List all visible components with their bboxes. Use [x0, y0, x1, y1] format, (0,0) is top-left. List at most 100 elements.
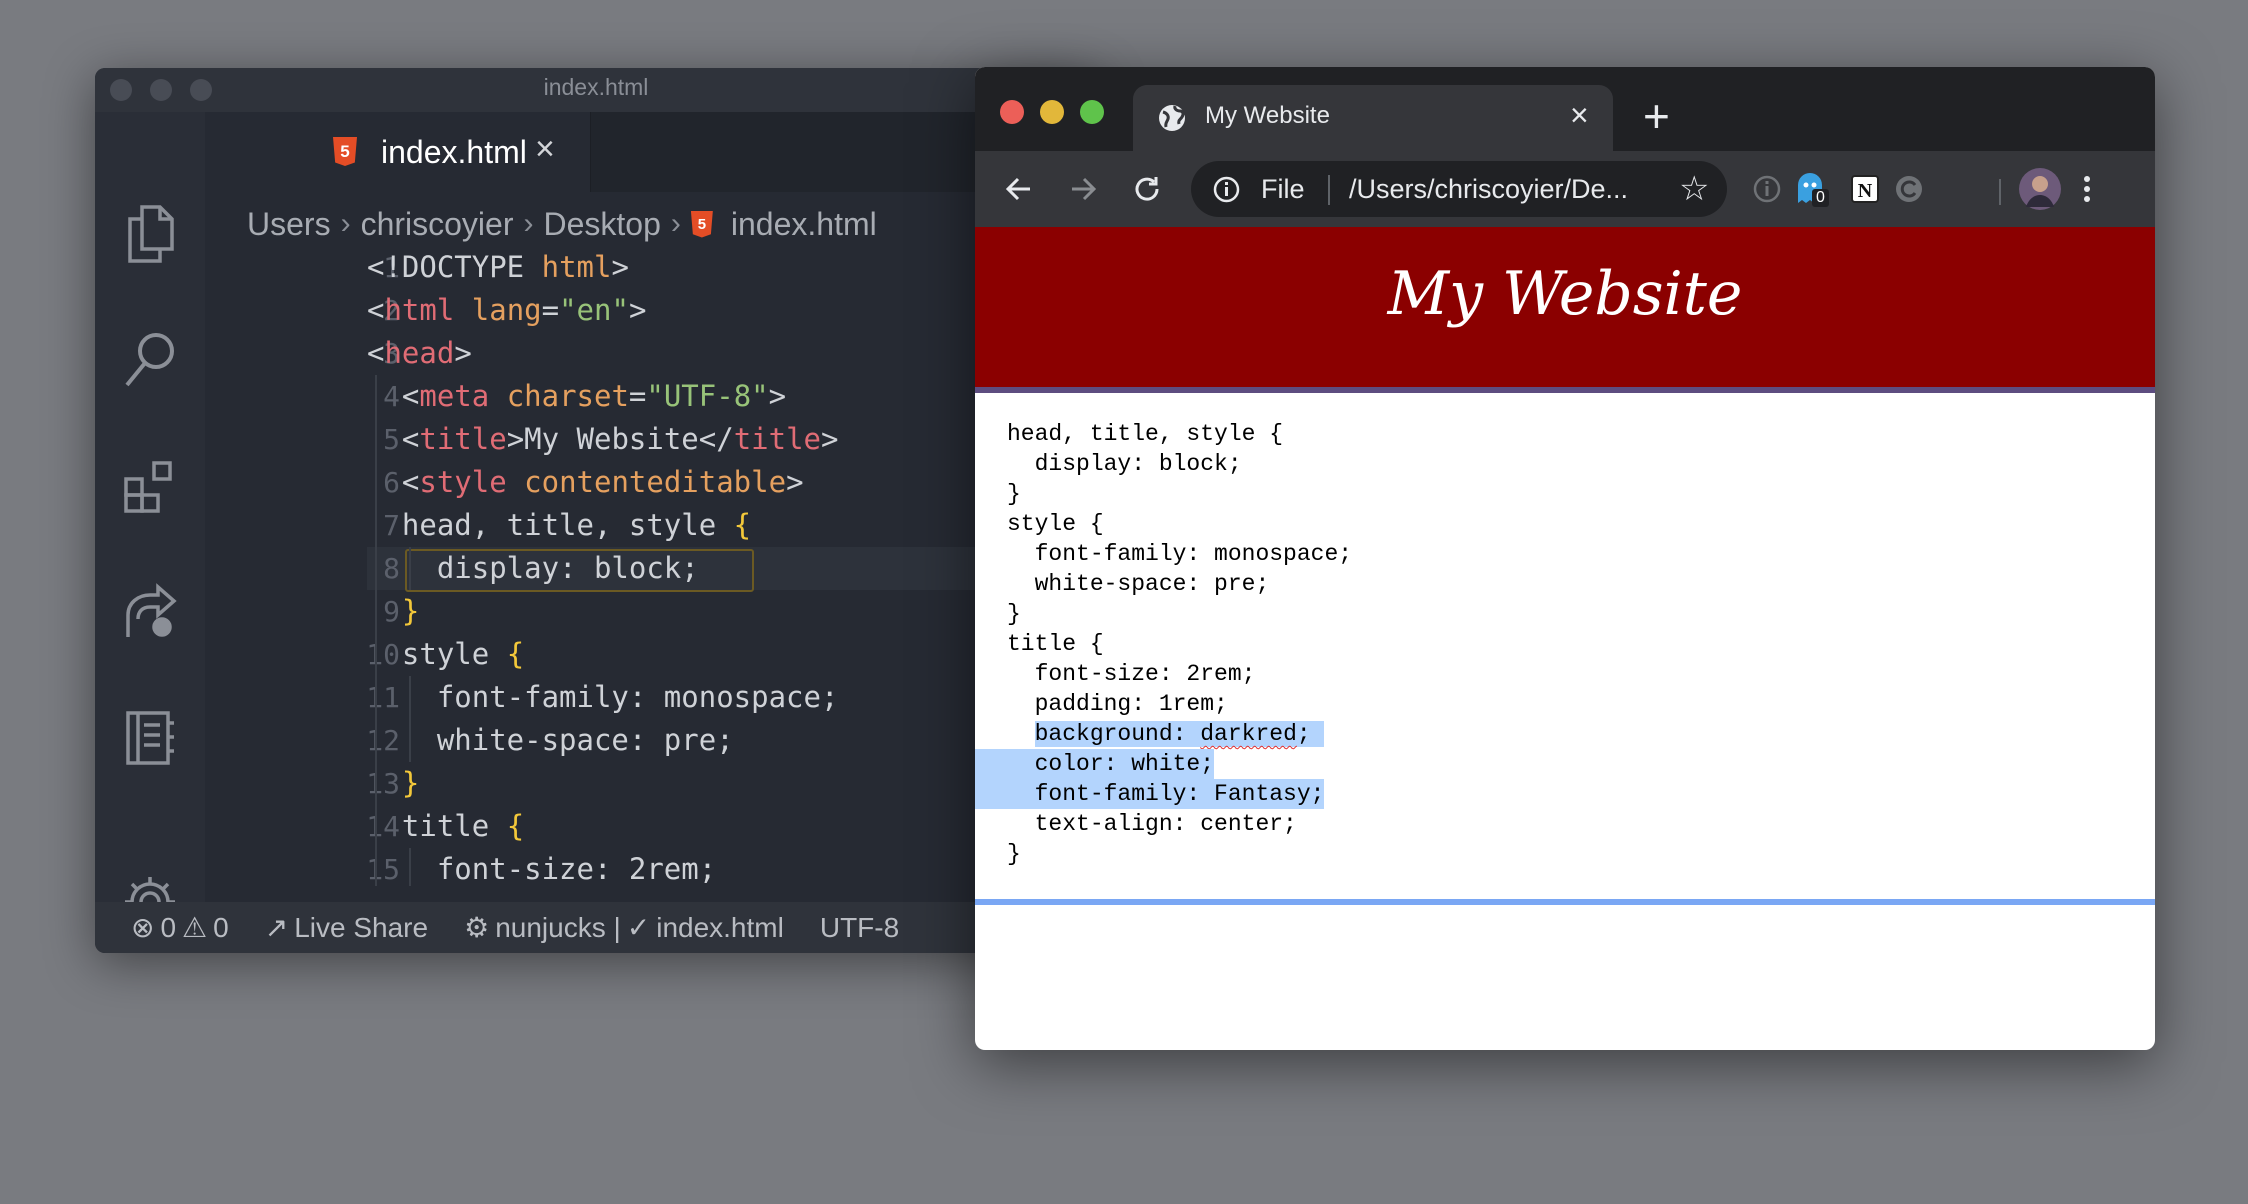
live-share-label: Live Share	[294, 911, 429, 943]
error-icon: ⊗	[131, 912, 155, 943]
nunjucks-label: nunjucks |	[495, 911, 621, 943]
breadcrumb-chriscoyier[interactable]: chriscoyier	[361, 206, 514, 243]
browser-tab-close-icon[interactable]: ×	[1570, 97, 1589, 134]
code-line: <head>	[367, 336, 472, 370]
html5-file-icon: 5	[333, 137, 357, 166]
warning-count: 0	[213, 911, 229, 943]
css-line: white-space: pre;	[1007, 571, 1270, 597]
spellcheck-underline: darkred	[1200, 721, 1297, 747]
bookmark-star-icon[interactable]: ☆	[1679, 169, 1709, 209]
browser-window: My Website × + File /Users/chriscoyier/D…	[975, 67, 2155, 1050]
browser-tab-strip: My Website × +	[975, 67, 2155, 151]
breadcrumb: Users › chriscoyier › Desktop › 5 index.…	[247, 204, 877, 244]
extensions-icon[interactable]	[95, 446, 205, 526]
search-icon[interactable]	[95, 320, 205, 400]
title-bottom-border	[975, 387, 2155, 393]
browser-tab-my-website[interactable]: My Website ×	[1133, 85, 1613, 151]
breadcrumb-desktop[interactable]: Desktop	[543, 206, 660, 243]
code-line: <title>My Website</title>	[401, 422, 839, 456]
check-icon: ✓	[626, 912, 651, 943]
page-title-block: My Website	[975, 227, 2155, 387]
url-text[interactable]: /Users/chriscoyier/De...	[1349, 174, 1628, 205]
css-line: head, title, style {	[1007, 421, 1284, 447]
code-line: head, title, style {	[367, 508, 752, 542]
css-line: }	[1007, 481, 1021, 507]
problems-indicator[interactable]: ⊗ 0 ⚠ 0	[131, 911, 229, 944]
error-count: 0	[160, 911, 177, 943]
editable-style-block[interactable]: head, title, style { display: block; } s…	[975, 419, 2127, 869]
code-line: }	[401, 594, 420, 628]
notebook-icon[interactable]	[95, 698, 205, 778]
chevron-right-icon: ›	[523, 207, 534, 240]
css-line: font-family: monospace;	[1007, 541, 1353, 567]
profile-avatar[interactable]	[2018, 167, 2062, 211]
gear-badge-icon: ⚙	[464, 912, 490, 943]
external-link-icon: ↗	[264, 912, 289, 943]
chevron-right-icon: ›	[670, 207, 681, 240]
css-line-selected: background: darkred;	[1007, 719, 2127, 749]
code-line: display: block;	[367, 551, 699, 585]
browser-menu-icon[interactable]	[2065, 167, 2109, 211]
css-line: title {	[1007, 631, 1104, 657]
code-line: white-space: pre;	[367, 723, 734, 757]
code-line: font-size: 2rem;	[367, 852, 717, 886]
editor-titlebar: index.html	[95, 68, 1097, 112]
browser-tab-title: My Website	[1205, 102, 1330, 129]
chevron-right-icon: ›	[340, 207, 351, 240]
breadcrumb-file[interactable]: index.html	[731, 206, 877, 243]
code-line: font-family: monospace;	[367, 680, 839, 714]
css-line: }	[1007, 601, 1021, 627]
code-line: style {	[367, 637, 525, 671]
css-line: padding: 1rem;	[1007, 691, 1228, 717]
css-line: }	[1007, 841, 1021, 867]
grammarly-extension-icon[interactable]	[1887, 167, 1931, 211]
forward-arrow-icon[interactable]	[1059, 165, 1107, 213]
live-share-icon[interactable]	[95, 572, 205, 652]
files-icon[interactable]	[95, 194, 205, 274]
breadcrumb-users[interactable]: Users	[247, 206, 331, 243]
css-line: font-size: 2rem;	[1007, 661, 1256, 687]
status-file-label: index.html	[656, 911, 784, 943]
omnibox-divider	[1328, 175, 1330, 205]
reload-icon[interactable]	[1123, 165, 1171, 213]
style-block-focus-border	[975, 899, 2155, 905]
extension-badge: 0	[1812, 189, 1829, 207]
ghostery-extension-icon[interactable]: 0	[1788, 167, 1832, 211]
info-icon[interactable]	[1213, 176, 1240, 203]
editor-tab-bar: 5 index.html ×	[205, 112, 1097, 192]
extension-info-icon[interactable]	[1745, 167, 1789, 211]
code-line: title {	[367, 809, 525, 843]
warning-icon: ⚠	[182, 912, 208, 943]
address-bar[interactable]: File /Users/chriscoyier/De... ☆	[1191, 161, 1727, 217]
css-line: text-align: center;	[1007, 811, 1297, 837]
editor-tab-index-html[interactable]: 5 index.html ×	[205, 112, 591, 192]
css-line: display: block;	[1007, 451, 1242, 477]
browser-close-dot[interactable]	[1000, 100, 1024, 124]
html5-file-icon: 5	[690, 210, 713, 238]
code-line: <html lang="en">	[367, 293, 647, 327]
browser-minimize-dot[interactable]	[1040, 100, 1064, 124]
page-title: My Website	[1387, 259, 1743, 329]
live-share-status[interactable]: ↗ Live Share	[265, 911, 428, 944]
activity-bar	[95, 112, 205, 927]
code-editor-window: index.html 5 index.html × Users › chrisc…	[95, 68, 1097, 953]
css-line: style {	[1007, 511, 1104, 537]
status-bar: ⊗ 0 ⚠ 0 ↗ Live Share ⚙ nunjucks | ✓ inde…	[95, 902, 1097, 953]
selected-text: background: darkred;	[1034, 721, 1311, 747]
browser-zoom-dot[interactable]	[1080, 100, 1104, 124]
css-line-selected: font-family: Fantasy;	[975, 779, 2127, 809]
notion-extension-icon[interactable]: N	[1843, 167, 1887, 211]
code-line: }	[401, 766, 420, 800]
new-tab-button[interactable]: +	[1643, 89, 1670, 143]
browser-toolbar: File /Users/chriscoyier/De... ☆ 0 N	[975, 151, 2155, 227]
tab-close-icon[interactable]: ×	[535, 130, 555, 169]
editor-window-title: index.html	[543, 74, 649, 100]
back-arrow-icon[interactable]	[995, 165, 1043, 213]
encoding-status[interactable]: UTF-8	[820, 912, 899, 944]
css-line-selected: color: white;	[975, 749, 2127, 779]
url-scheme-label: File	[1261, 174, 1305, 204]
nunjucks-status[interactable]: ⚙ nunjucks | ✓ index.html	[464, 911, 784, 944]
toolbar-divider	[1999, 179, 2001, 205]
code-line: <style contenteditable>	[401, 465, 804, 499]
code-line: <!DOCTYPE html>	[367, 250, 629, 284]
